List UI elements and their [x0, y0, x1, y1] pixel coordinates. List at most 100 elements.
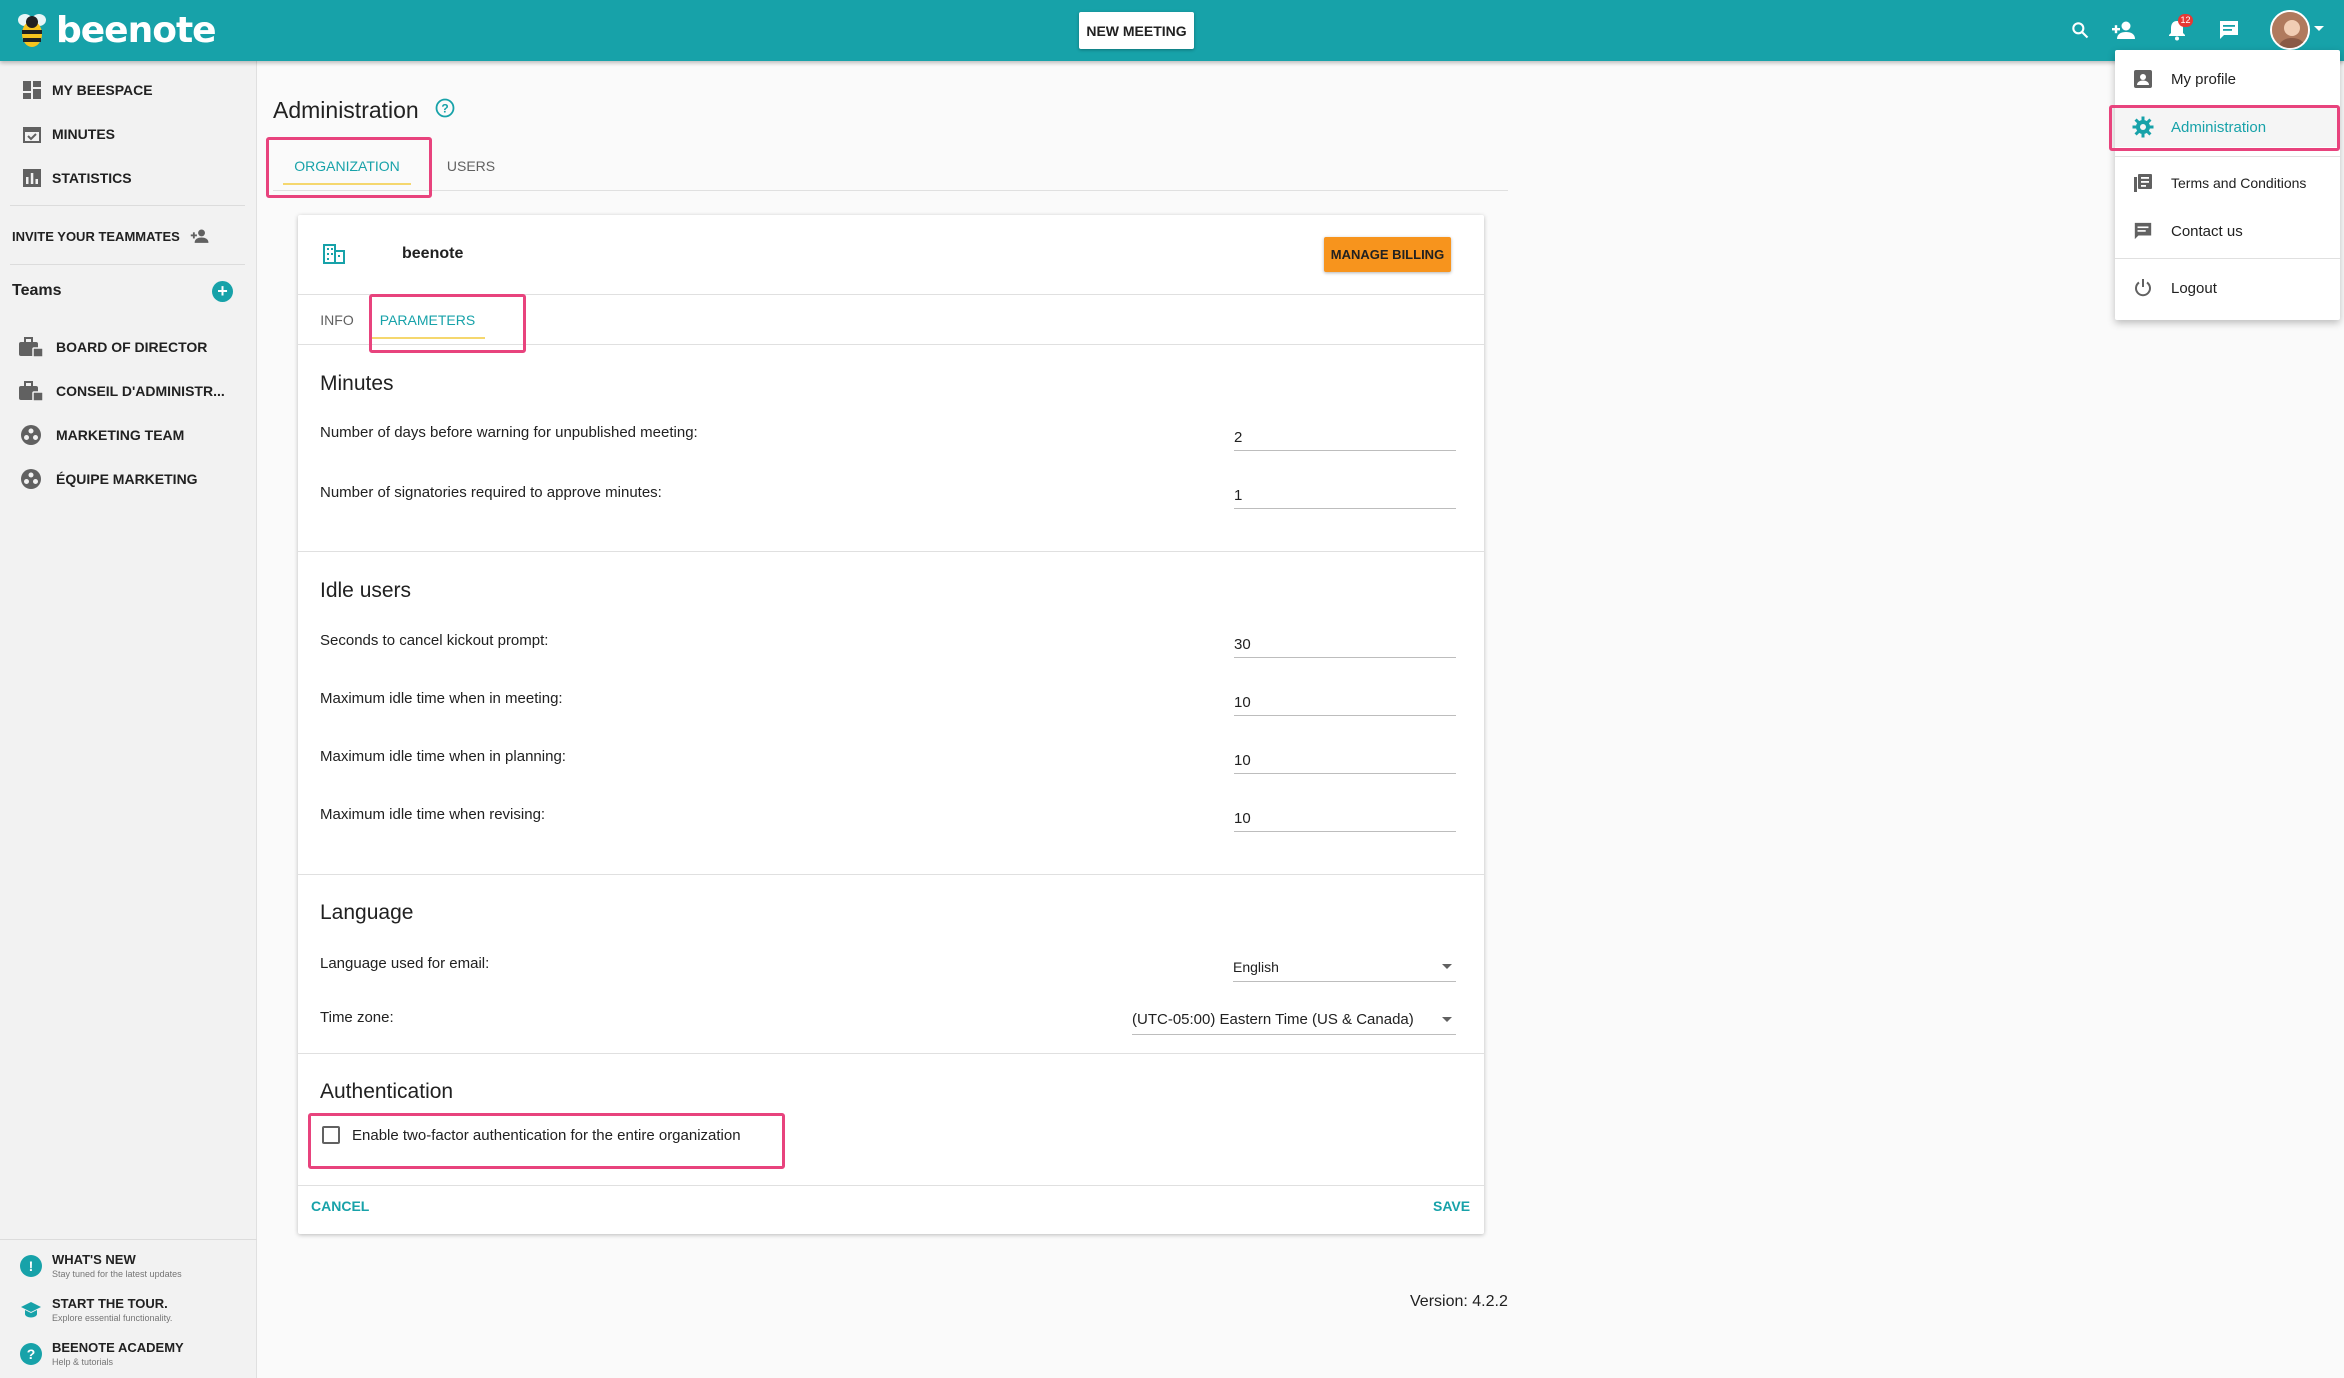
message-icon [2131, 219, 2155, 243]
admin-tabs: ORGANIZATION USERS [273, 140, 1508, 191]
menu-item-contact-us[interactable]: Contact us [2115, 211, 2340, 251]
menu-item-logout[interactable]: Logout [2115, 268, 2340, 308]
sidebar-item-my-beespace[interactable]: MY BEESPACE [22, 78, 153, 102]
section-divider [298, 874, 1484, 875]
organization-subtabs: INFO PARAMETERS [298, 295, 1484, 345]
dashboard-icon [22, 80, 42, 100]
tab-label: USERS [446, 157, 496, 174]
two-factor-checkbox[interactable] [322, 1126, 340, 1144]
version-text: Version: 4.2.2 [1410, 1293, 1508, 1310]
menu-item-terms[interactable]: Terms and Conditions [2115, 163, 2340, 203]
idle-users-section-title: Idle users [320, 579, 412, 602]
minutes-section-title: Minutes [320, 372, 394, 395]
help-circle-icon[interactable]: ? [435, 97, 455, 124]
sidebar-item-minutes[interactable]: MINUTES [22, 122, 115, 146]
sidebar: MY BEESPACE MINUTES STATISTICS INVITE YO… [0, 61, 257, 1378]
signatories-field[interactable] [1234, 479, 1456, 509]
menu-item-administration[interactable]: Administration [2115, 107, 2340, 147]
user-avatar[interactable] [2270, 10, 2310, 50]
team-item-board-of-director[interactable]: BOARD OF DIRECTOR [18, 334, 207, 360]
idle-meeting-field[interactable] [1234, 686, 1456, 716]
tab-organization[interactable]: ORGANIZATION [273, 140, 421, 191]
whats-new-subtitle: Stay tuned for the latest updates [52, 1269, 182, 1279]
beenote-academy-link[interactable]: ? BEENOTE ACADEMY Help & tutorials [20, 1340, 184, 1367]
signatories-label: Number of signatories required to approv… [320, 484, 662, 501]
organization-name: beenote [402, 245, 464, 262]
avatar-caret-icon[interactable] [2314, 26, 2324, 31]
organization-card: beenote MANAGE BILLING INFO PARAMETERS M… [298, 215, 1484, 1234]
add-team-icon[interactable]: + [212, 281, 233, 302]
cancel-button[interactable]: CANCEL [311, 1198, 369, 1214]
search-icon[interactable] [2064, 14, 2096, 46]
team-item-marketing-team[interactable]: MARKETING TEAM [18, 422, 184, 448]
two-factor-label: Enable two-factor authentication for the… [352, 1126, 741, 1144]
menu-item-label: Logout [2171, 279, 2217, 297]
idle-revising-input[interactable] [1234, 810, 1456, 827]
help-icon: ? [20, 1342, 42, 1365]
academy-subtitle: Help & tutorials [52, 1357, 114, 1367]
email-language-value: English [1233, 958, 1279, 975]
timezone-value: (UTC-05:00) Eastern Time (US & Canada) [1132, 1011, 1414, 1028]
academy-title: BEENOTE ACADEMY [52, 1340, 184, 1355]
team-label: CONSEIL D'ADMINISTR... [56, 383, 225, 399]
unpublished-warning-field[interactable] [1234, 421, 1456, 451]
chevron-down-icon [1442, 964, 1452, 969]
invite-label: INVITE YOUR TEAMMATES [12, 228, 180, 244]
sidebar-divider [10, 264, 245, 265]
invite-teammates-button[interactable]: INVITE YOUR TEAMMATES [12, 224, 220, 248]
two-factor-checkbox-row[interactable]: Enable two-factor authentication for the… [322, 1126, 741, 1144]
alert-icon: ! [20, 1254, 42, 1277]
teams-heading-label: Teams [12, 282, 62, 299]
team-item-conseil[interactable]: CONSEIL D'ADMINISTR... [18, 378, 225, 404]
manage-billing-button[interactable]: MANAGE BILLING [1324, 237, 1451, 272]
start-tour-link[interactable]: START THE TOUR. Explore essential functi… [20, 1296, 172, 1323]
tab-label: ORGANIZATION [294, 157, 400, 174]
idle-planning-field[interactable] [1234, 744, 1456, 774]
calendar-check-icon [22, 124, 42, 144]
kickout-prompt-input[interactable] [1234, 636, 1456, 653]
team-item-equipe-marketing[interactable]: ÉQUIPE MARKETING [18, 466, 198, 492]
whats-new-link[interactable]: ! WHAT'S NEW Stay tuned for the latest u… [20, 1252, 182, 1279]
email-language-select[interactable]: English [1233, 952, 1456, 982]
tab-parameters[interactable]: PARAMETERS [362, 295, 493, 345]
unpublished-warning-input[interactable] [1234, 429, 1456, 446]
svg-text:?: ? [441, 102, 448, 116]
kickout-prompt-label: Seconds to cancel kickout prompt: [320, 632, 549, 649]
gear-icon [2131, 115, 2155, 139]
add-person-icon[interactable] [2108, 14, 2140, 46]
business-icon [323, 243, 345, 270]
menu-item-label: My profile [2171, 70, 2237, 88]
idle-revising-field[interactable] [1234, 802, 1456, 832]
idle-revising-label: Maximum idle time when revising: [320, 806, 546, 823]
new-meeting-button[interactable]: NEW MEETING [1079, 12, 1194, 49]
sidebar-item-statistics[interactable]: STATISTICS [22, 166, 132, 190]
tab-users[interactable]: USERS [431, 140, 511, 191]
menu-divider [2115, 156, 2340, 157]
start-tour-title: START THE TOUR. [52, 1296, 168, 1311]
idle-meeting-input[interactable] [1234, 694, 1456, 711]
timezone-select[interactable]: (UTC-05:00) Eastern Time (US & Canada) [1132, 1005, 1456, 1035]
beenote-logo[interactable]: beenote [12, 8, 217, 52]
notifications-bell-icon[interactable]: 12 [2161, 14, 2193, 46]
menu-divider [2115, 258, 2340, 259]
teams-heading: Teams [12, 279, 62, 303]
save-button[interactable]: SAVE [1433, 1198, 1470, 1214]
card-header: beenote MANAGE BILLING [298, 215, 1484, 295]
briefcase-lock-icon [18, 334, 44, 360]
chevron-down-icon [1442, 1017, 1452, 1022]
idle-planning-input[interactable] [1234, 752, 1456, 769]
section-divider [298, 1185, 1484, 1186]
signatories-input[interactable] [1234, 487, 1456, 504]
menu-item-my-profile[interactable]: My profile [2115, 59, 2340, 99]
tab-info[interactable]: INFO [312, 295, 362, 345]
kickout-prompt-field[interactable] [1234, 628, 1456, 658]
sidebar-item-label: STATISTICS [52, 170, 132, 186]
chat-icon[interactable] [2213, 14, 2245, 46]
start-tour-subtitle: Explore essential functionality. [52, 1313, 173, 1323]
bar-chart-icon [22, 168, 42, 188]
section-divider [298, 1053, 1484, 1054]
page-title-text: Administration [273, 97, 419, 123]
whats-new-title: WHAT'S NEW [52, 1252, 136, 1267]
top-app-bar: beenote NEW MEETING 12 [0, 0, 2344, 61]
account-box-icon [2131, 67, 2155, 91]
